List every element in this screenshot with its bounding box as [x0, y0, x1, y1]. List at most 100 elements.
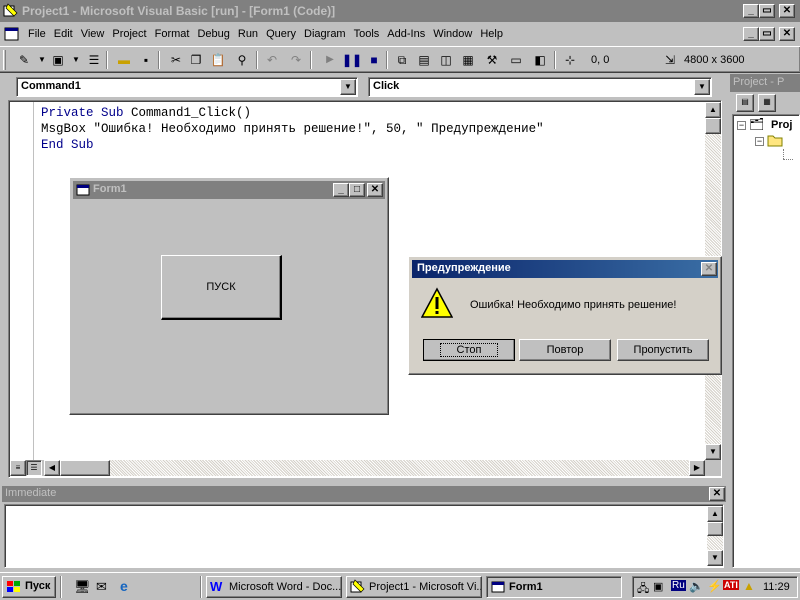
- scroll-thumb[interactable]: [60, 460, 110, 476]
- open-folder-icon[interactable]: ▬: [114, 50, 134, 70]
- code-line-2[interactable]: MsgBox "Ошибка! Необходимо принять решен…: [41, 121, 544, 137]
- start-button[interactable]: Пуск: [2, 576, 56, 598]
- project-tree[interactable]: − 🗂 Proj −: [732, 114, 800, 568]
- show-desktop-icon[interactable]: 🖥: [74, 579, 91, 595]
- task-word[interactable]: W Microsoft Word - Doc...: [206, 576, 342, 598]
- immediate-input[interactable]: ▲ ▼: [4, 504, 724, 568]
- form-layout-icon[interactable]: ◫: [436, 50, 456, 70]
- scroll-thumb[interactable]: [707, 522, 723, 536]
- menu-query[interactable]: Query: [262, 26, 300, 42]
- add-project-icon[interactable]: ✎: [14, 50, 34, 70]
- project-root-label[interactable]: Proj: [771, 119, 792, 131]
- ignore-button[interactable]: Пропустить: [617, 339, 709, 361]
- form-icon[interactable]: [75, 182, 91, 198]
- ati-icon[interactable]: ATI: [723, 580, 739, 590]
- scroll-up-icon[interactable]: ▲: [707, 506, 723, 522]
- size-icon: ⇲: [664, 53, 676, 67]
- code-line-1[interactable]: Private Sub Command1_Click(): [41, 105, 544, 121]
- menu-diagram[interactable]: Diagram: [300, 26, 350, 42]
- find-icon[interactable]: ⚲: [232, 50, 252, 70]
- end-icon[interactable]: ■: [364, 50, 384, 70]
- data-view-icon[interactable]: ▭: [506, 50, 526, 70]
- menu-help[interactable]: Help: [476, 26, 507, 42]
- menu-format[interactable]: Format: [151, 26, 194, 42]
- task-vb[interactable]: Project1 - Microsoft Vi...: [346, 576, 482, 598]
- dropdown-arrow-icon[interactable]: ▼: [66, 50, 86, 70]
- menu-project[interactable]: Project: [108, 26, 150, 42]
- minimize-button[interactable]: _: [333, 183, 349, 197]
- language-indicator[interactable]: Ru: [671, 580, 686, 591]
- printer-icon[interactable]: ▣: [653, 580, 663, 593]
- menu-edit[interactable]: Edit: [50, 26, 77, 42]
- view-code-icon[interactable]: ▤: [736, 94, 754, 112]
- toolbox-icon[interactable]: ⚒: [482, 50, 502, 70]
- menu-file[interactable]: File: [24, 26, 50, 42]
- close-button[interactable]: ✕: [367, 183, 383, 197]
- internet-explorer-icon[interactable]: e: [120, 578, 128, 594]
- project-explorer-icon[interactable]: ⧉: [392, 50, 412, 70]
- minimize-button[interactable]: _: [743, 4, 759, 18]
- cut-icon[interactable]: ✂: [166, 50, 186, 70]
- scroll-up-icon[interactable]: ▲: [705, 102, 721, 118]
- code-line-3[interactable]: End Sub: [41, 137, 544, 153]
- start-icon[interactable]: ▶: [320, 50, 340, 70]
- menu-window[interactable]: Window: [429, 26, 476, 42]
- collapse-icon[interactable]: −: [737, 121, 746, 130]
- scroll-down-icon[interactable]: ▼: [707, 550, 723, 566]
- menu-run[interactable]: Run: [234, 26, 262, 42]
- procedure-combo[interactable]: Click ▼: [368, 77, 712, 97]
- start-label: Пуск: [25, 580, 51, 592]
- child-minimize-button[interactable]: _: [743, 27, 759, 41]
- menu-debug[interactable]: Debug: [193, 26, 233, 42]
- undo-icon[interactable]: ↶: [262, 50, 282, 70]
- volume-icon[interactable]: 🔈: [689, 579, 704, 593]
- menu-view[interactable]: View: [77, 26, 109, 42]
- add-form-icon[interactable]: ▣: [48, 50, 68, 70]
- properties-window-icon[interactable]: ▤: [414, 50, 434, 70]
- view-object-icon[interactable]: ▦: [758, 94, 776, 112]
- stop-button[interactable]: Стоп: [423, 339, 515, 361]
- toolbar-separator: [310, 51, 312, 69]
- outlook-express-icon[interactable]: ✉: [96, 579, 107, 595]
- vertical-scrollbar[interactable]: ▲ ▼: [707, 506, 723, 566]
- break-icon[interactable]: ❚❚: [342, 50, 362, 70]
- object-browser-icon[interactable]: ▦: [458, 50, 478, 70]
- form1-title: Form1: [93, 183, 127, 195]
- immediate-title-bar: Immediate: [2, 486, 726, 502]
- menu-add-ins[interactable]: Add-Ins: [383, 26, 429, 42]
- paste-icon[interactable]: 📋: [208, 50, 228, 70]
- copy-icon[interactable]: ❐: [186, 50, 206, 70]
- chevron-down-icon[interactable]: ▼: [340, 79, 356, 95]
- restore-button[interactable]: ▭: [759, 4, 775, 18]
- maximize-button[interactable]: □: [349, 183, 365, 197]
- close-button[interactable]: ✕: [701, 262, 717, 276]
- redo-icon[interactable]: ↷: [286, 50, 306, 70]
- scroll-left-icon[interactable]: ◀: [44, 460, 60, 476]
- close-button[interactable]: ✕: [779, 4, 795, 18]
- scroll-thumb[interactable]: [705, 118, 721, 134]
- close-button[interactable]: ✕: [709, 487, 725, 501]
- command1-button[interactable]: ПУСК: [161, 255, 282, 320]
- menu-editor-icon[interactable]: ☰: [84, 50, 104, 70]
- msgbox-title: Предупреждение: [417, 262, 511, 274]
- procedure-view-icon[interactable]: ≡: [10, 460, 26, 476]
- task-form1[interactable]: Form1: [486, 576, 622, 598]
- antivirus-icon[interactable]: ⚡: [707, 579, 722, 593]
- object-combo[interactable]: Command1 ▼: [16, 77, 358, 97]
- full-module-view-icon[interactable]: ☰: [26, 460, 42, 476]
- warning-tray-icon[interactable]: ▲: [743, 579, 755, 593]
- collapse-icon[interactable]: −: [755, 137, 764, 146]
- save-icon[interactable]: ▪: [136, 50, 156, 70]
- vb-app-icon[interactable]: [3, 3, 19, 19]
- child-close-button[interactable]: ✕: [779, 27, 795, 41]
- menu-tools[interactable]: Tools: [350, 26, 384, 42]
- component-manager-icon[interactable]: ◧: [530, 50, 550, 70]
- network-icon[interactable]: 🖧: [637, 580, 649, 599]
- scroll-right-icon[interactable]: ▶: [689, 460, 705, 476]
- scroll-down-icon[interactable]: ▼: [705, 444, 721, 460]
- retry-button[interactable]: Повтор: [519, 339, 611, 361]
- code-window-icon[interactable]: [4, 26, 20, 42]
- horizontal-scrollbar[interactable]: ◀ ▶: [44, 460, 705, 476]
- chevron-down-icon[interactable]: ▼: [694, 79, 710, 95]
- child-restore-button[interactable]: ▭: [759, 27, 775, 41]
